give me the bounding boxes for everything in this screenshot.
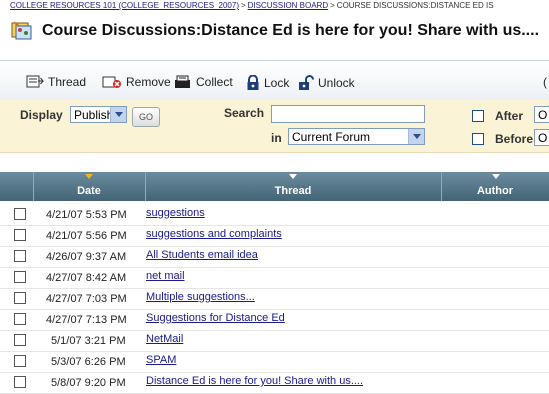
row-date: 4/21/07 5:53 PM — [46, 209, 127, 221]
breadcrumb: COLLEGE RESOURCES 101 (COLLEGE_RESOURCES… — [10, 0, 549, 12]
after-date-select[interactable]: O — [534, 106, 549, 123]
table-row: 5/3/07 6:26 PM SPAM — [0, 351, 549, 373]
row-date: 4/27/07 7:03 PM — [46, 293, 127, 305]
row-checkbox[interactable] — [14, 271, 26, 283]
new-thread-icon — [26, 75, 44, 88]
breadcrumb-separator: > — [330, 1, 335, 10]
remove-button[interactable]: Remove — [102, 75, 171, 89]
thread-grid-header: Date Thread Author — [0, 172, 549, 201]
remove-icon — [102, 76, 121, 88]
before-date-value: O — [538, 131, 548, 145]
table-row: 4/21/07 5:53 PM suggestions — [0, 204, 549, 226]
go-button[interactable]: GO — [132, 107, 160, 127]
thread-link[interactable]: Distance Ed is here for you! Share with … — [146, 375, 363, 387]
after-label: After — [495, 109, 524, 123]
before-label: Before — [495, 132, 534, 146]
after-date-value: O — [538, 108, 548, 122]
after-checkbox[interactable] — [472, 110, 484, 122]
breadcrumb-separator: > — [240, 1, 246, 10]
breadcrumb-course-link[interactable]: COLLEGE RESOURCES 101 (COLLEGE_RESOURCES… — [10, 1, 239, 10]
search-scope-select[interactable]: Current Forum — [288, 128, 425, 145]
lock-button-label: Lock — [264, 76, 290, 90]
table-row: 5/8/07 9:20 PM Distance Ed is here for y… — [0, 372, 549, 394]
row-checkbox[interactable] — [14, 376, 26, 388]
thread-button[interactable]: Thread — [26, 75, 86, 89]
thread-link[interactable]: Suggestions for Distance Ed — [146, 312, 285, 324]
thread-link[interactable]: suggestions and complaints — [146, 228, 282, 240]
table-row: 5/1/07 3:21 PM NetMail — [0, 330, 549, 352]
collect-icon — [175, 75, 190, 88]
remove-button-label: Remove — [126, 75, 171, 89]
row-checkbox[interactable] — [14, 334, 26, 346]
toolbar-trailing-text: ( — [543, 75, 547, 89]
unlock-button-label: Unlock — [318, 76, 355, 90]
chevron-down-icon — [408, 129, 424, 144]
row-date: 4/21/07 5:56 PM — [46, 230, 127, 242]
lock-icon — [247, 75, 259, 90]
before-date-select[interactable]: O — [534, 129, 549, 146]
filter-panel: Display Published GO Search in Current F… — [0, 100, 549, 153]
thread-link[interactable]: Multiple suggestions... — [146, 291, 255, 303]
display-select[interactable]: Published — [70, 106, 127, 123]
collect-button[interactable]: Collect — [174, 75, 233, 89]
chevron-down-icon — [110, 107, 126, 122]
row-checkbox[interactable] — [14, 208, 26, 220]
table-row: 4/26/07 9:37 AM All Students email idea — [0, 246, 549, 268]
row-date: 4/27/07 7:13 PM — [46, 314, 127, 326]
row-date: 5/8/07 9:20 PM — [51, 377, 126, 389]
collect-button-label: Collect — [196, 75, 233, 89]
row-date: 4/27/07 8:42 AM — [46, 272, 127, 284]
sort-descending-icon — [85, 174, 93, 179]
sort-arrow-icon — [289, 174, 297, 179]
thread-link[interactable]: All Students email idea — [146, 249, 258, 261]
page-title: Course Discussions:Distance Ed is here f… — [42, 22, 540, 39]
thread-link[interactable]: net mail — [146, 270, 185, 282]
author-column-header[interactable]: Author — [441, 185, 549, 197]
thread-link[interactable]: suggestions — [146, 207, 205, 219]
discussion-forum-icon — [10, 19, 34, 43]
sort-arrow-icon — [492, 174, 500, 179]
lock-button[interactable]: Lock — [246, 75, 289, 91]
row-date: 5/3/07 6:26 PM — [51, 356, 126, 368]
title-row: Course Discussions:Distance Ed is here f… — [10, 16, 539, 46]
unlock-icon — [299, 75, 314, 90]
row-date: 4/26/07 9:37 AM — [46, 251, 127, 263]
row-checkbox[interactable] — [14, 250, 26, 262]
display-label: Display — [20, 108, 63, 122]
unlock-button[interactable]: Unlock — [298, 75, 355, 91]
search-scope-value: Current Forum — [292, 130, 371, 144]
table-row: 4/27/07 8:42 AM net mail — [0, 267, 549, 289]
thread-link[interactable]: SPAM — [146, 354, 176, 366]
row-checkbox[interactable] — [14, 313, 26, 325]
search-label: Search — [224, 106, 265, 120]
row-checkbox[interactable] — [14, 292, 26, 304]
table-row: 4/27/07 7:03 PM Multiple suggestions... — [0, 288, 549, 310]
table-row: 4/27/07 7:13 PM Suggestions for Distance… — [0, 309, 549, 331]
thread-button-label: Thread — [48, 75, 87, 89]
in-label: in — [271, 131, 282, 145]
thread-column-header[interactable]: Thread — [145, 185, 441, 197]
thread-link[interactable]: NetMail — [146, 333, 183, 345]
row-checkbox[interactable] — [14, 229, 26, 241]
row-checkbox[interactable] — [14, 355, 26, 367]
breadcrumb-board-link[interactable]: DISCUSSION BOARD — [248, 1, 328, 10]
table-row: 4/21/07 5:56 PM suggestions and complain… — [0, 225, 549, 247]
before-checkbox[interactable] — [472, 133, 484, 145]
date-column-header[interactable]: Date — [33, 185, 145, 197]
search-input[interactable] — [271, 105, 425, 123]
breadcrumb-current: COURSE DISCUSSIONS:DISTANCE ED IS — [336, 1, 494, 10]
row-date: 5/1/07 3:21 PM — [51, 335, 126, 347]
